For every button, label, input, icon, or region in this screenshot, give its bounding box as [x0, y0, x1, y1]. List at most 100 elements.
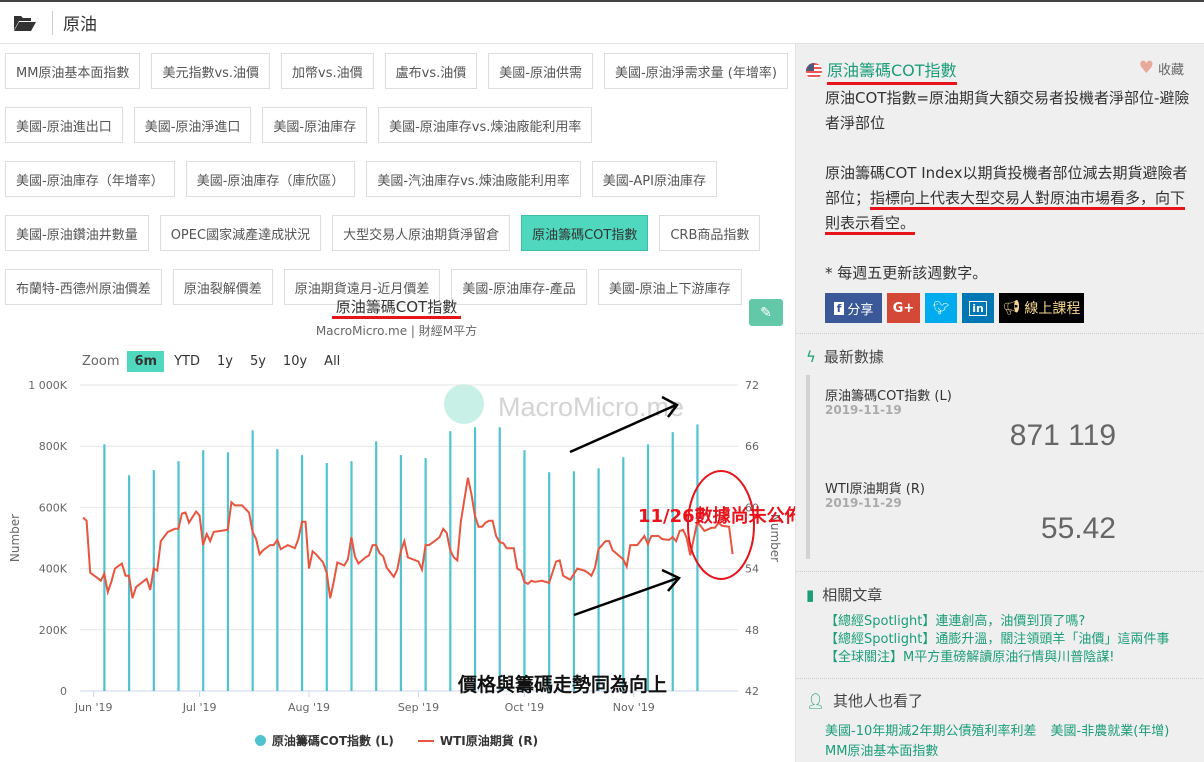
- twitter-button[interactable]: 🐦︎: [925, 293, 957, 323]
- heart-icon: ♥: [1138, 58, 1154, 78]
- zoom-button-ytd[interactable]: YTD: [167, 351, 207, 372]
- x-tick-label: Nov '19: [613, 701, 655, 714]
- description-paragraph: 原油COT指數=原油期貨大額交易者投機者淨部位-避險者淨部位: [825, 89, 1190, 132]
- indicator-title: 原油籌碼COT指數: [806, 57, 957, 85]
- user-icon: 👤︎: [806, 691, 826, 710]
- latest-value: 871 119: [1009, 419, 1116, 452]
- cot-bar: [226, 452, 230, 691]
- cot-bar: [300, 455, 304, 691]
- latest-data-list: 原油籌碼COT指數 (L) 2019-11-19 871 119 WTI原油期貨…: [806, 375, 1186, 559]
- others-link[interactable]: MM原油基本面指數: [825, 744, 938, 759]
- cot-bar: [399, 455, 403, 691]
- linkedin-button[interactable]: in: [962, 293, 994, 323]
- legend-item-wti[interactable]: WTI原油期貨 (R): [417, 732, 539, 749]
- bolt-icon: ϟ: [806, 347, 816, 366]
- top-bar: 原油: [0, 0, 1204, 44]
- x-tick-label: Jun '19: [74, 701, 113, 714]
- watermark-logo-icon: [444, 384, 484, 424]
- y-tick-left: 600K: [39, 501, 68, 514]
- cot-bar: [350, 461, 353, 691]
- zoom-button-6m[interactable]: 6m: [127, 351, 165, 372]
- section-divider: [796, 678, 1204, 679]
- us-flag-icon: [806, 63, 822, 79]
- update-note: * 每週五更新該週數字。: [825, 264, 988, 282]
- megaphone-icon: 📢︎: [1002, 300, 1021, 316]
- share-label: 分享: [847, 302, 874, 318]
- cot-bar: [103, 444, 106, 691]
- annotation-arrow-lower: [573, 576, 679, 617]
- y-tick-right: 66: [745, 440, 759, 453]
- linkedin-icon: in: [969, 300, 987, 316]
- zoom-button-1y[interactable]: 1y: [210, 351, 240, 372]
- y-tick-right: 48: [745, 624, 759, 637]
- y-tick-left: 0: [60, 685, 67, 698]
- x-tick-label: Aug '19: [288, 701, 330, 714]
- description-highlight: 指標向上代表大型交易人對原油市場看多，向下則表示看空。: [825, 189, 1186, 235]
- favorite-button[interactable]: ♥ 收藏: [1139, 58, 1184, 78]
- legend-item-cot[interactable]: 原油籌碼COT指數 (L): [254, 732, 394, 749]
- legend-label: 原油籌碼COT指數 (L): [271, 734, 394, 748]
- others-viewed-heading: 👤︎ 其他人也看了: [806, 690, 923, 711]
- annotation-red-text: 11/26數據尚未公佈: [638, 506, 803, 527]
- share-bar: f 分享 G+ 🐦︎ in 📢︎ 線上課程: [825, 293, 1084, 323]
- zoom-label: Zoom: [82, 354, 120, 369]
- facebook-share-button[interactable]: f 分享: [825, 293, 882, 323]
- heading-text: 其他人也看了: [833, 692, 924, 710]
- y-tick-right: 72: [745, 379, 759, 392]
- cot-bar: [152, 470, 155, 691]
- latest-name: WTI原油期貨 (R): [825, 482, 925, 497]
- x-tick-label: Oct '19: [505, 701, 545, 714]
- legend-label: WTI原油期貨 (R): [439, 734, 539, 748]
- article-link[interactable]: 【全球關注】M平方重磅解讀原油行情與川普陰謀!: [825, 649, 1169, 667]
- others-link[interactable]: 美國-非農就業(年增): [1051, 724, 1170, 739]
- y-tick-right: 54: [745, 563, 759, 576]
- related-articles: 【總經Spotlight】連連創高，油價到頂了嗎? 【總經Spotlight】通…: [825, 613, 1169, 667]
- heading-text: 最新數據: [823, 348, 884, 366]
- cot-bar: [424, 458, 427, 691]
- zoom-button-10y[interactable]: 10y: [276, 351, 314, 372]
- cot-bar: [671, 432, 674, 691]
- description-paragraph: 原油籌碼COT Index以期貨投機者部位減去期貨避險者部位；指標向上代表大型交…: [825, 161, 1195, 236]
- article-link[interactable]: 【總經Spotlight】連連創高，油價到頂了嗎?: [825, 613, 1169, 631]
- chart-subtitle: MacroMicro.me | 財經M平方: [315, 324, 478, 338]
- legend-line: [417, 739, 434, 742]
- latest-name: 原油籌碼COT指數 (L): [825, 389, 952, 404]
- article-link[interactable]: 【總經Spotlight】通膨升溫，關注領頭羊「油價」這兩件事: [825, 631, 1169, 649]
- cot-bar: [449, 431, 452, 691]
- chart: MacroMicro.me0 42200K 48400K 54600K 60800K 66…: [8, 379, 782, 714]
- others-link[interactable]: 美國-10年期減2年期公債殖利率利差: [825, 724, 1037, 739]
- chart-title: 原油籌碼COT指數: [0, 296, 793, 319]
- folder-open-icon: [14, 15, 36, 31]
- cot-bar: [375, 441, 378, 691]
- x-tick-label: Sep '19: [398, 701, 439, 714]
- bookmark-icon: ▮: [806, 585, 815, 604]
- y-tick-right: 42: [745, 685, 759, 698]
- wti-line: [82, 477, 734, 599]
- others-viewed-links: 美國-10年期減2年期公債殖利率利差 美國-非農就業(年增) MM原油基本面指數: [825, 722, 1200, 762]
- y-tick-left: 800K: [39, 440, 68, 453]
- edit-chart-button[interactable]: ✎: [749, 299, 783, 326]
- section-divider: [796, 571, 1204, 572]
- cot-bar: [276, 449, 279, 691]
- twitter-icon: 🐦︎: [932, 300, 950, 316]
- indicator-description: 原油COT指數=原油期貨大額交易者投機者淨部位-避險者淨部位 原油籌碼COT I…: [825, 86, 1195, 311]
- indicator-title-text: 原油籌碼COT指數: [827, 57, 957, 85]
- y-tick-left: 400K: [39, 563, 68, 576]
- cot-bar: [473, 427, 477, 691]
- favorite-label: 收藏: [1157, 62, 1184, 78]
- zoom-button-all[interactable]: All: [317, 351, 347, 372]
- chart-title-text: 原油籌碼COT指數: [331, 298, 462, 319]
- section-divider: [796, 333, 1204, 334]
- related-articles-heading: ▮ 相關文章: [806, 584, 882, 605]
- cot-bar: [498, 427, 501, 691]
- cot-bar: [597, 468, 600, 691]
- info-sidebar: 原油籌碼COT指數 ♥ 收藏 原油COT指數=原油期貨大額交易者投機者淨部位-避險…: [795, 44, 1204, 762]
- cot-bar: [646, 444, 650, 691]
- cot-bar: [202, 450, 205, 691]
- online-course-button[interactable]: 📢︎ 線上課程: [999, 293, 1084, 323]
- heading-text: 相關文章: [822, 586, 883, 604]
- zoom-button-5y[interactable]: 5y: [243, 351, 273, 372]
- google-plus-button[interactable]: G+: [887, 293, 920, 323]
- cot-bar: [622, 457, 625, 691]
- cot-bar: [696, 424, 699, 691]
